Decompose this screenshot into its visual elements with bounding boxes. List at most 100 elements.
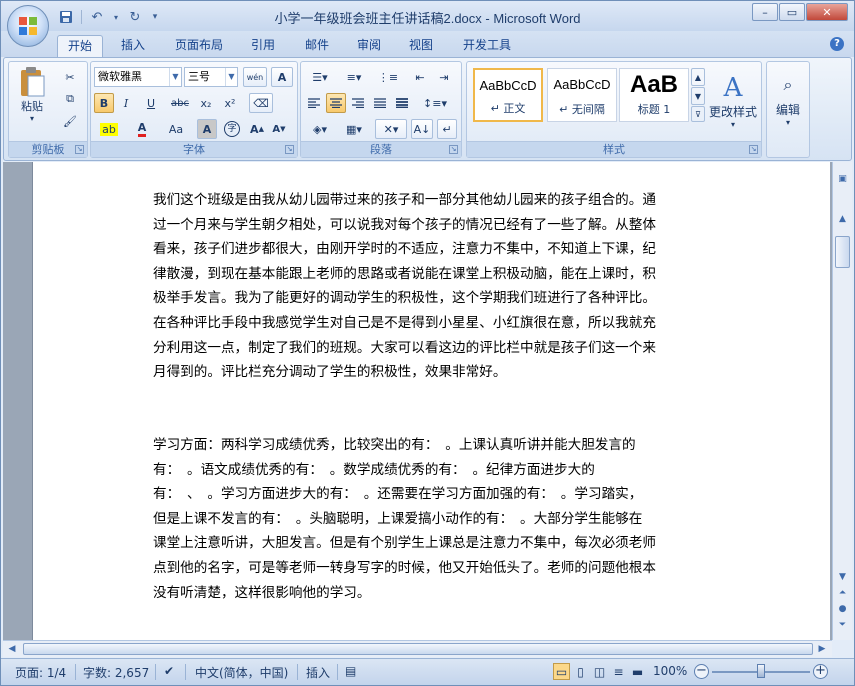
undo-dropdown-icon[interactable]: ▾ bbox=[112, 8, 120, 26]
subscript-button[interactable]: x₂ bbox=[195, 93, 217, 113]
zoom-in-icon[interactable]: + bbox=[813, 664, 828, 679]
cut-icon[interactable]: ✂ bbox=[59, 67, 81, 87]
chevron-down-icon: ▾ bbox=[785, 118, 790, 127]
grow-font-icon[interactable]: A ▲ bbox=[247, 119, 267, 139]
align-center-icon[interactable] bbox=[326, 93, 346, 113]
distributed-icon[interactable] bbox=[392, 93, 412, 113]
scroll-left-icon[interactable]: ◀ bbox=[5, 642, 19, 656]
zoom-level[interactable]: 100% bbox=[653, 664, 687, 678]
enclose-characters-button[interactable]: 字 bbox=[221, 119, 243, 139]
close-button[interactable]: ✕ bbox=[806, 3, 848, 21]
tab-page-layout[interactable]: 页面布局 bbox=[165, 35, 233, 57]
select-browse-object-icon[interactable]: ● bbox=[835, 602, 850, 617]
web-layout-icon[interactable]: ◫ bbox=[591, 663, 608, 680]
font-size-combo[interactable]: 三号 ▼ bbox=[184, 67, 238, 87]
font-color-button[interactable]: A bbox=[127, 119, 157, 139]
save-icon[interactable] bbox=[57, 8, 75, 26]
scroll-down-icon[interactable]: ▼ bbox=[835, 570, 850, 585]
text-line: 在各种评比手段中我感觉学生对自己是不是得到小星星、小红旗很在意，所以我就充 bbox=[153, 314, 656, 331]
format-painter-icon[interactable]: 🖌 bbox=[59, 111, 81, 131]
justify-icon[interactable] bbox=[370, 93, 390, 113]
style-no-spacing[interactable]: AaBbCcD ↵ 无间隔 bbox=[547, 68, 617, 122]
shrink-font-icon[interactable]: A ▼ bbox=[269, 119, 289, 139]
editing-button[interactable]: ⌕ 编辑 ▾ bbox=[769, 64, 807, 138]
highlight-color-button[interactable]: ab bbox=[94, 119, 124, 139]
next-page-icon[interactable]: ⏷ bbox=[835, 618, 850, 633]
vertical-scrollbar[interactable]: ▣ ▲ ▼ ⏶ ● ⏷ bbox=[832, 162, 852, 640]
insert-mode-indicator[interactable]: 插入 bbox=[306, 664, 330, 681]
superscript-button[interactable]: x² bbox=[219, 93, 241, 113]
horizontal-scrollbar[interactable]: ◀ ▶ bbox=[3, 640, 832, 657]
underline-button[interactable]: U bbox=[138, 93, 164, 113]
paragraph-launcher-icon[interactable]: ↘ bbox=[449, 145, 458, 154]
align-left-icon[interactable] bbox=[304, 93, 324, 113]
paste-button[interactable]: 粘贴 ▾ bbox=[12, 64, 52, 124]
italic-button[interactable]: I bbox=[116, 93, 136, 113]
help-icon[interactable]: ? bbox=[830, 37, 844, 51]
character-shading-button[interactable]: A bbox=[197, 119, 217, 139]
font-name-combo[interactable]: 微软雅黑 ▼ bbox=[94, 67, 182, 87]
customize-qat-icon[interactable]: ▾ bbox=[150, 8, 160, 26]
previous-page-icon[interactable]: ⏶ bbox=[835, 586, 850, 601]
decrease-indent-icon[interactable]: ⇤ bbox=[409, 67, 431, 87]
styles-scroll-up-icon[interactable]: ▲ bbox=[691, 68, 705, 86]
tab-mailings[interactable]: 邮件 bbox=[295, 35, 339, 57]
change-case-button[interactable]: Aa bbox=[161, 119, 191, 139]
ruler-toggle-icon[interactable]: ▣ bbox=[835, 172, 850, 187]
undo-icon[interactable]: ↶ bbox=[88, 8, 106, 26]
tab-insert[interactable]: 插入 bbox=[111, 35, 155, 57]
macro-record-icon[interactable]: ▤ bbox=[345, 664, 356, 678]
page-indicator[interactable]: 页面: 1/4 bbox=[15, 664, 66, 681]
tab-view[interactable]: 视图 bbox=[399, 35, 443, 57]
borders-icon[interactable]: ▦▾ bbox=[338, 119, 370, 139]
character-border-button[interactable]: A bbox=[271, 67, 293, 87]
sort-icon[interactable]: A↓ bbox=[411, 119, 433, 139]
vertical-scroll-thumb[interactable] bbox=[835, 236, 850, 268]
tab-home[interactable]: 开始 bbox=[57, 35, 104, 57]
redo-icon[interactable]: ↻ bbox=[126, 8, 144, 26]
bullets-icon[interactable]: ☰▾ bbox=[304, 67, 336, 87]
word-count[interactable]: 字数: 2,657 bbox=[83, 664, 149, 681]
increase-indent-icon[interactable]: ⇥ bbox=[433, 67, 455, 87]
shading-icon[interactable]: ◈▾ bbox=[304, 119, 336, 139]
font-launcher-icon[interactable]: ↘ bbox=[285, 145, 294, 154]
document-page[interactable]: 我们这个班级是由我从幼儿园带过来的孩子和一部分其他幼儿园来的孩子组合的。通 过一个… bbox=[32, 162, 830, 640]
clipboard-launcher-icon[interactable]: ↘ bbox=[75, 145, 84, 154]
show-marks-icon[interactable]: ↵ bbox=[437, 119, 457, 139]
clear-formatting-icon[interactable]: ⌫ bbox=[249, 93, 273, 113]
draft-view-icon[interactable]: ▬ bbox=[629, 663, 646, 680]
numbering-icon[interactable]: ≡▾ bbox=[338, 67, 370, 87]
text-line: 过一个月来与学生朝夕相处，可以说我对每个孩子的情况已经有了一些了解。从整体 bbox=[153, 216, 656, 233]
tab-review[interactable]: 审阅 bbox=[347, 35, 391, 57]
styles-scroll-down-icon[interactable]: ▼ bbox=[691, 87, 705, 105]
full-screen-reading-icon[interactable]: ▯ bbox=[572, 663, 589, 680]
chinese-layout-icon[interactable]: ✕▾ bbox=[375, 119, 407, 139]
bold-button[interactable]: B bbox=[94, 93, 114, 113]
align-right-icon[interactable] bbox=[348, 93, 368, 113]
change-styles-button[interactable]: A 更改样式 ▾ bbox=[707, 64, 759, 138]
scroll-up-icon[interactable]: ▲ bbox=[835, 212, 850, 227]
paragraph-group: ☰▾ ≡▾ ⋮≡ ⇤ ⇥ ↕≡▾ ◈▾ ▦▾ ✕▾ A↓ ↵ 段落 ↘ bbox=[300, 61, 462, 158]
styles-more-icon[interactable]: ⊽ bbox=[691, 106, 705, 122]
minimize-button[interactable]: – bbox=[752, 3, 778, 21]
zoom-slider-thumb[interactable] bbox=[757, 664, 765, 678]
strikethrough-button[interactable]: abc bbox=[167, 93, 193, 113]
copy-icon[interactable]: ⧉ bbox=[59, 89, 81, 109]
style-normal[interactable]: AaBbCcD ↵ 正文 bbox=[473, 68, 543, 122]
outline-view-icon[interactable]: ≡ bbox=[610, 663, 627, 680]
office-button[interactable] bbox=[7, 5, 49, 47]
line-spacing-icon[interactable]: ↕≡▾ bbox=[419, 93, 451, 113]
tab-developer[interactable]: 开发工具 bbox=[453, 35, 521, 57]
styles-launcher-icon[interactable]: ↘ bbox=[749, 145, 758, 154]
style-heading-1[interactable]: AaB 标题 1 bbox=[619, 68, 689, 122]
scroll-right-icon[interactable]: ▶ bbox=[815, 642, 829, 656]
print-layout-view-icon[interactable]: ▭ bbox=[553, 663, 570, 680]
horizontal-scroll-thumb[interactable] bbox=[23, 643, 813, 655]
zoom-out-icon[interactable]: − bbox=[694, 664, 709, 679]
language-indicator[interactable]: 中文(简体，中国) bbox=[195, 664, 288, 681]
restore-button[interactable]: ▭ bbox=[779, 3, 805, 21]
phonetic-guide-button[interactable]: wén bbox=[243, 67, 267, 87]
multilevel-list-icon[interactable]: ⋮≡ bbox=[372, 67, 404, 87]
tab-references[interactable]: 引用 bbox=[241, 35, 285, 57]
proofing-icon[interactable]: ✔ bbox=[164, 664, 174, 678]
